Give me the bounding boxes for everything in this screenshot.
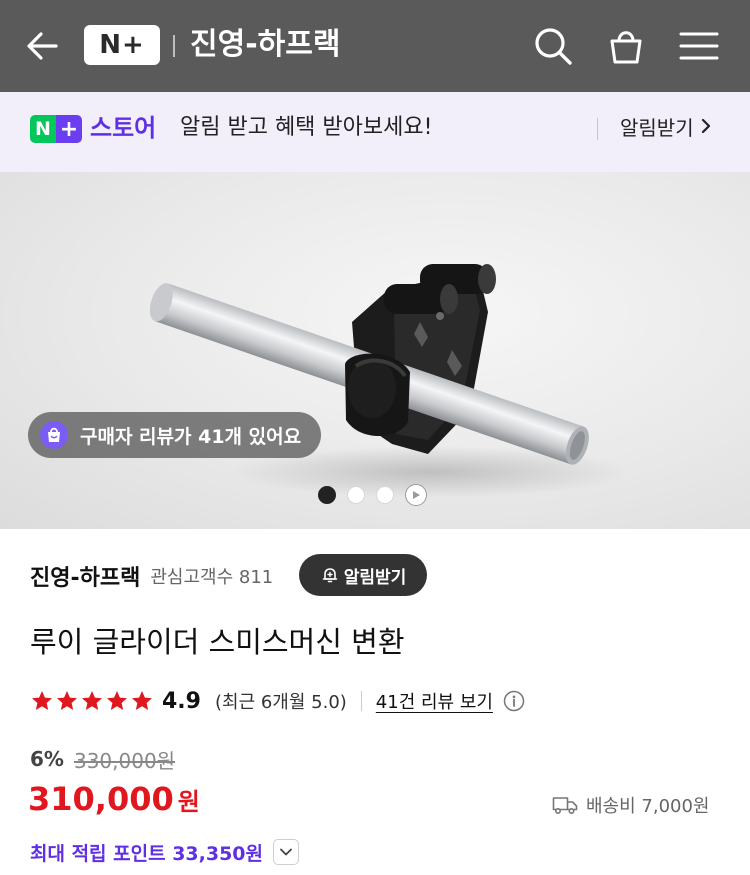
info-icon[interactable]: [503, 690, 525, 712]
banner-alert-label: 알림받기: [620, 116, 694, 140]
cart-button[interactable]: [604, 24, 648, 68]
play-icon: [413, 491, 420, 499]
shipping-fee: 배송비 7,000원: [552, 790, 710, 820]
seller-fans-count: 관심고객수 811: [150, 567, 274, 588]
arrow-left-icon: [27, 32, 58, 60]
shopping-bag-icon: [610, 31, 642, 64]
banner-alert-button[interactable]: 알림받기: [620, 110, 712, 146]
bell-plus-icon: [322, 568, 338, 583]
naver-plus-store-logo: N +: [30, 115, 82, 143]
original-price: 330,000원: [73, 748, 176, 773]
menu-icon: [679, 32, 719, 60]
discount-percent: 6%: [30, 747, 64, 771]
rating-stars: [30, 689, 154, 713]
star-icon: [107, 691, 127, 710]
banner-divider: [597, 118, 598, 140]
seller-row: 진영-하프랙 관심고객수 811: [30, 558, 273, 594]
product-title: 루이 글라이더 스미스머신 변환: [30, 625, 405, 659]
naver-plus-mark: +: [56, 115, 82, 143]
gallery-dot-2[interactable]: [347, 486, 365, 504]
review-count-text: 구매자 리뷰가 41개 있어요: [80, 425, 302, 448]
search-button[interactable]: [531, 24, 575, 68]
product-image-gallery[interactable]: 구매자 리뷰가 41개 있어요: [0, 172, 750, 529]
review-count-pill[interactable]: 구매자 리뷰가 41개 있어요: [28, 412, 322, 458]
sale-price-currency: 원: [177, 788, 200, 816]
rating-divider: [360, 691, 362, 711]
delivery-truck-icon: [552, 797, 578, 815]
naver-n-mark: N: [30, 115, 56, 143]
gallery-dot-3[interactable]: [376, 486, 394, 504]
points-expand-button[interactable]: [273, 839, 300, 865]
sale-price-amount: 310,000: [28, 780, 174, 818]
discount-row: 6% 330,000원: [30, 744, 175, 774]
notification-banner: N + 스토어 알림 받고 혜택 받아보세요! 알림받기: [0, 92, 750, 172]
gallery-video-dot[interactable]: [405, 484, 427, 506]
naver-plus-logo[interactable]: N+: [84, 25, 160, 65]
naver-plus-logo-text: N+: [99, 30, 145, 60]
shipping-fee-text: 배송비 7,000원: [586, 796, 710, 817]
chevron-right-icon: [701, 118, 710, 134]
rating-score: 4.9: [162, 688, 201, 714]
header-divider: [173, 35, 175, 57]
follow-store-button[interactable]: 알림받기: [299, 554, 427, 596]
top-header: N+ 진영-하프랙: [0, 0, 750, 92]
rating-row: 4.9 (최근 6개월 5.0) 41건 리뷰 보기: [30, 684, 525, 718]
menu-button[interactable]: [677, 24, 721, 68]
seller-name[interactable]: 진영-하프랙: [30, 560, 140, 592]
gallery-dot-1[interactable]: [318, 486, 336, 504]
store-word: 스토어: [90, 114, 157, 142]
product-image: [149, 264, 630, 498]
follow-store-label: 알림받기: [343, 567, 407, 588]
recent-rating: (최근 6개월 5.0): [214, 692, 347, 713]
chevron-down-icon: [280, 848, 292, 856]
star-icon: [132, 691, 152, 710]
sale-price: 310,000 원: [28, 780, 200, 830]
max-points-text: 최대 적립 포인트 33,350원: [30, 842, 264, 865]
points-row: 최대 적립 포인트 33,350원: [30, 836, 300, 868]
back-button[interactable]: [22, 26, 62, 66]
gallery-pagination: [318, 484, 427, 506]
banner-message: 알림 받고 혜택 받아보세요!: [180, 115, 433, 140]
purchase-bag-icon: [40, 421, 68, 449]
star-icon: [57, 691, 77, 710]
search-icon: [535, 28, 572, 65]
star-icon: [82, 691, 102, 710]
star-icon: [32, 691, 52, 710]
view-reviews-link[interactable]: 41건 리뷰 보기: [376, 688, 493, 714]
store-title[interactable]: 진영-하프랙: [190, 22, 340, 68]
